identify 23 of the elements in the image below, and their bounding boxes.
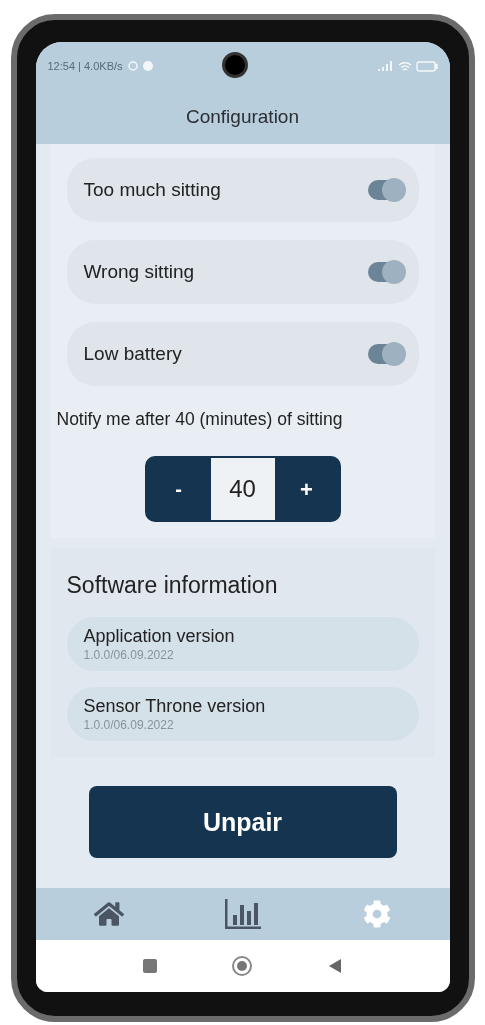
home-icon[interactable]	[93, 899, 124, 929]
screen-title: Configuration	[186, 104, 299, 129]
notify-text: Notify me after 40 (minutes) of sitting	[56, 408, 344, 431]
section-title: Software information	[66, 571, 279, 601]
recents-icon[interactable]	[143, 959, 158, 973]
version-label: Application version	[83, 625, 236, 648]
signal-icon	[377, 61, 394, 71]
camera-hole-icon	[221, 52, 248, 78]
status-text: 12:54 | 4.0KB/s	[47, 58, 123, 74]
version-value: 1.0.0/06.09.2022	[83, 647, 175, 663]
toggle-label: Wrong sitting	[83, 259, 195, 284]
version-value: 1.0.0/06.09.2022	[83, 717, 175, 733]
wifi-icon	[397, 60, 412, 72]
version-label: Sensor Throne version	[83, 695, 267, 718]
back-icon[interactable]	[327, 958, 342, 974]
increment-button[interactable]: +	[274, 458, 339, 521]
minutes-value[interactable]: 40	[210, 458, 275, 521]
battery-icon	[415, 60, 438, 72]
decrement-button[interactable]: -	[146, 458, 211, 521]
toggle-label: Low battery	[83, 341, 182, 366]
unpair-button[interactable]: Unpair	[88, 786, 397, 859]
bar-chart-icon[interactable]	[224, 899, 263, 929]
toggle-label: Too much sitting	[83, 177, 221, 202]
